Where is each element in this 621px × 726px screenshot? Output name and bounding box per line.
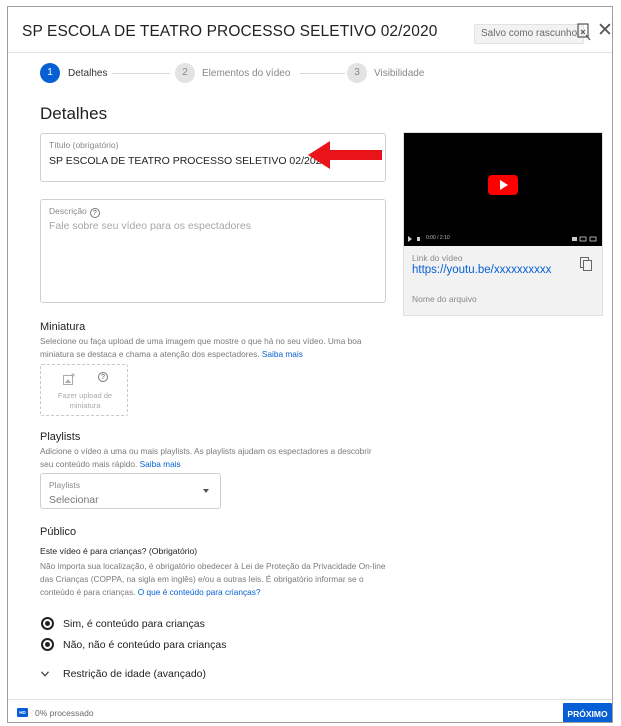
step-connector — [300, 73, 345, 74]
processing-status: 0% processado — [35, 708, 94, 718]
radio-made-for-kids-label[interactable]: Sim, é conteúdo para crianças — [63, 618, 205, 630]
thumbnail-learn-more-link[interactable]: Saiba mais — [262, 349, 303, 359]
section-title: Detalhes — [40, 104, 108, 123]
title-field-value[interactable]: SP ESCOLA DE TEATRO PROCESSO SELETIVO 02… — [49, 155, 327, 167]
playlists-heading: Playlists — [40, 431, 81, 443]
feedback-icon[interactable] — [577, 23, 591, 41]
audience-learn-more-link[interactable]: O que é conteúdo para crianças? — [138, 587, 261, 597]
step-2-number[interactable]: 2 — [175, 63, 195, 83]
upload-stepper: 1 Detalhes 2 Elementos do vídeo 3 Visibi… — [8, 63, 612, 85]
video-preview-card: 0:00 / 2:10 Link do vídeo https://youtu.… — [403, 132, 603, 316]
playlists-select[interactable]: Playlists Selecionar — [40, 473, 221, 509]
copy-icon[interactable] — [580, 257, 592, 271]
radio-button[interactable] — [41, 638, 54, 651]
red-arrow-icon — [308, 141, 382, 169]
playlists-select-value: Selecionar — [49, 494, 99, 506]
step-3-label[interactable]: Visibilidade — [374, 68, 424, 79]
radio-button[interactable] — [41, 617, 54, 630]
step-3-number[interactable]: 3 — [347, 63, 367, 83]
dialog-title: SP ESCOLA DE TEATRO PROCESSO SELETIVO 02… — [22, 23, 438, 40]
dialog-footer: HD 0% processado PRÓXIMO — [8, 699, 612, 722]
video-link-label: Link do vídeo — [412, 253, 463, 263]
thumbnail-heading: Miniatura — [40, 321, 86, 333]
draft-status-badge: Salvo como rascunho — [474, 24, 585, 44]
audience-description: Não importa sua localização, é obrigatór… — [40, 560, 390, 599]
playlists-description: Adicione o vídeo a uma ou mais playlists… — [40, 445, 385, 471]
help-icon[interactable]: ? — [89, 208, 100, 218]
hd-icon: HD — [17, 708, 28, 717]
chevron-down-icon — [203, 489, 209, 493]
radio-selected-dot — [45, 642, 50, 647]
thumbnail-description: Selecione ou faça upload de uma imagem q… — [40, 335, 385, 361]
description-label-text: Descrição — [49, 206, 87, 216]
dialog-header: SP ESCOLA DE TEATRO PROCESSO SELETIVO 02… — [8, 7, 612, 53]
video-time: 0:00 / 2:10 — [426, 235, 450, 241]
radio-not-made-for-kids-label[interactable]: Não, não é conteúdo para crianças — [63, 639, 226, 651]
video-link[interactable]: https://youtu.be/xxxxxxxxxx — [412, 264, 551, 276]
title-field-label: Título (obrigatório) — [49, 140, 119, 150]
step-2-label[interactable]: Elementos do vídeo — [202, 68, 290, 79]
description-field[interactable]: Descrição? Fale sobre seu vídeo para os … — [40, 199, 386, 303]
video-player[interactable]: 0:00 / 2:10 — [404, 133, 602, 246]
chevron-down-icon — [41, 671, 49, 677]
age-restriction-label[interactable]: Restrição de idade (avançado) — [63, 668, 206, 680]
step-1-label[interactable]: Detalhes — [68, 68, 107, 79]
upload-thumbnail-button[interactable]: ? Fazer upload de miniatura — [40, 364, 128, 416]
next-button[interactable]: PRÓXIMO — [563, 703, 612, 722]
step-1-number[interactable]: 1 — [40, 63, 60, 83]
close-icon[interactable]: ✕ — [597, 21, 612, 41]
add-image-icon — [63, 373, 75, 385]
upload-dialog: SP ESCOLA DE TEATRO PROCESSO SELETIVO 02… — [7, 6, 613, 723]
description-placeholder[interactable]: Fale sobre seu vídeo para os espectadore… — [49, 220, 251, 232]
filename-label: Nome do arquivo — [412, 294, 477, 304]
description-field-label: Descrição? — [49, 206, 100, 218]
thumbnail-description-text: Selecione ou faça upload de uma imagem q… — [40, 336, 362, 359]
playlists-description-text: Adicione o vídeo a uma ou mais playlists… — [40, 446, 372, 469]
radio-selected-dot — [45, 621, 50, 626]
audience-question: Este vídeo é para crianças? (Obrigatório… — [40, 546, 198, 556]
audience-heading: Público — [40, 526, 77, 538]
playlists-select-label: Playlists — [49, 480, 81, 490]
play-icon — [500, 180, 508, 190]
playlists-learn-more-link[interactable]: Saiba mais — [140, 459, 181, 469]
upload-thumbnail-label: Fazer upload de miniatura — [57, 391, 113, 410]
help-icon[interactable]: ? — [98, 372, 108, 382]
step-connector — [112, 73, 170, 74]
